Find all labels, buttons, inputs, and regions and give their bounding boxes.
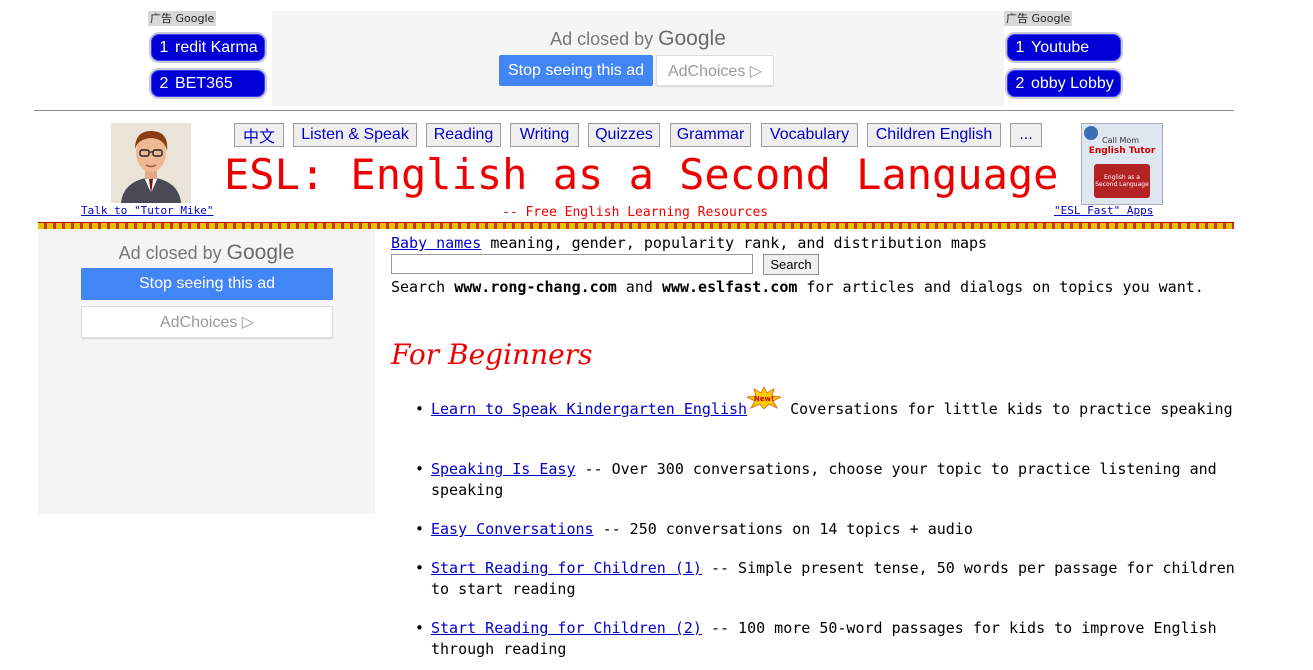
item-link[interactable]: Start Reading for Children (1) (431, 559, 702, 577)
nav-more[interactable]: ... (1010, 123, 1042, 147)
item-link[interactable]: Start Reading for Children (2) (431, 619, 702, 637)
new-badge-text: New! (754, 395, 774, 403)
app-img-panel: English as a Second Language (1094, 164, 1150, 198)
top-center-ad: Ad closed by Google Stop seeing this ad … (272, 11, 1004, 106)
item-desc: Coversations for little kids to practice… (781, 400, 1233, 418)
item-link[interactable]: Easy Conversations (431, 520, 594, 538)
google-logo: Google (658, 27, 726, 50)
nav-grammar[interactable]: Grammar (670, 123, 751, 147)
nav-children-english[interactable]: Children English (867, 123, 1001, 147)
ad-pill-right-2[interactable]: 2 obby Lobby (1005, 68, 1123, 99)
google-logo: Google (226, 241, 295, 264)
pill-text: Youtube (1031, 38, 1090, 56)
item-link[interactable]: Learn to Speak Kindergarten English (431, 400, 747, 418)
page-subtitle: -- Free English Learning Resources (502, 205, 769, 220)
nav-quizzes[interactable]: Quizzes (588, 123, 660, 147)
esl-fast-apps-link[interactable]: "ESL Fast" Apps (1054, 204, 1153, 217)
ad-closed-text: Ad closed by Google (550, 27, 726, 50)
pill-number: 1 (159, 38, 169, 56)
baby-names-line: Baby names meaning, gender, popularity r… (391, 234, 987, 252)
baby-names-link[interactable]: Baby names (391, 234, 481, 252)
list-item: • Speaking Is Easy -- Over 300 conversat… (415, 459, 1235, 501)
list-item: • Easy Conversations -- 250 conversation… (415, 519, 1235, 540)
pill-text: obby Lobby (1031, 74, 1114, 92)
adchoices-button[interactable]: AdChoices ▷ (656, 55, 774, 86)
app-img-line1: Call Mom (1102, 136, 1140, 145)
pill-text: BET365 (175, 74, 233, 92)
site-eslfast: www.eslfast.com (661, 278, 798, 296)
new-badge-icon: New! (745, 386, 783, 410)
page-title: ESL: English as a Second Language (224, 150, 1059, 199)
nav-chinese[interactable]: 中文 (234, 123, 284, 147)
bullet-icon: • (415, 619, 425, 637)
list-item: • Start Reading for Children (1) -- Simp… (415, 558, 1235, 600)
app-img-line2: English Tutor (1088, 146, 1156, 156)
side-adchoices-button[interactable]: AdChoices ▷ (81, 306, 333, 338)
item-link[interactable]: Speaking Is Easy (431, 460, 576, 478)
bullet-icon: • (415, 559, 425, 577)
pill-number: 2 (159, 74, 169, 92)
talk-to-tutor-link[interactable]: Talk to "Tutor Mike" (81, 204, 213, 217)
app-logo-icon (1084, 126, 1098, 140)
stop-seeing-ad-button[interactable]: Stop seeing this ad (499, 55, 653, 86)
bullet-icon: • (415, 520, 425, 538)
ad-pill-right-1[interactable]: 1 Youtube (1005, 32, 1123, 63)
section-title-beginners: For Beginners (391, 338, 593, 371)
ad-label-right: 广告 Google (1004, 11, 1073, 26)
site-rong-chang: www.rong-chang.com (454, 278, 617, 296)
tutor-mike-avatar[interactable] (111, 123, 191, 203)
pill-text: redit Karma (175, 38, 258, 56)
ad-pill-left-2[interactable]: 2 BET365 (149, 68, 267, 99)
baby-names-text: meaning, gender, popularity rank, and di… (481, 234, 988, 252)
search-button[interactable]: Search (763, 254, 819, 275)
list-item: • Start Reading for Children (2) -- 100 … (415, 618, 1235, 660)
ad-label-left: 广告 Google (148, 11, 217, 26)
list-item: • Learn to Speak Kindergarten English New… (415, 386, 1235, 420)
nav-writing[interactable]: Writing (510, 123, 579, 147)
nav-reading[interactable]: Reading (426, 123, 501, 147)
side-ad: Ad closed by Google Stop seeing this ad … (38, 229, 375, 514)
side-ad-closed-text: Ad closed by Google (118, 241, 295, 264)
search-input[interactable] (391, 254, 753, 274)
pill-number: 2 (1015, 74, 1025, 92)
app-img-line3: English as a Second Language (1095, 174, 1149, 188)
top-divider (34, 110, 1234, 111)
search-note: Search www.rong-chang.com and www.eslfas… (391, 278, 1204, 296)
pill-number: 1 (1015, 38, 1025, 56)
item-desc: -- 250 conversations on 14 topics + audi… (593, 520, 973, 538)
bullet-icon: • (415, 460, 425, 478)
esl-fast-app-image[interactable]: Call Mom English Tutor English as a Seco… (1081, 123, 1163, 205)
nav-listen-speak[interactable]: Listen & Speak (293, 123, 417, 147)
side-stop-seeing-ad-button[interactable]: Stop seeing this ad (81, 268, 333, 300)
bullet-icon: • (415, 400, 425, 418)
ad-pill-left-1[interactable]: 1 redit Karma (149, 32, 267, 63)
nav-vocabulary[interactable]: Vocabulary (761, 123, 858, 147)
